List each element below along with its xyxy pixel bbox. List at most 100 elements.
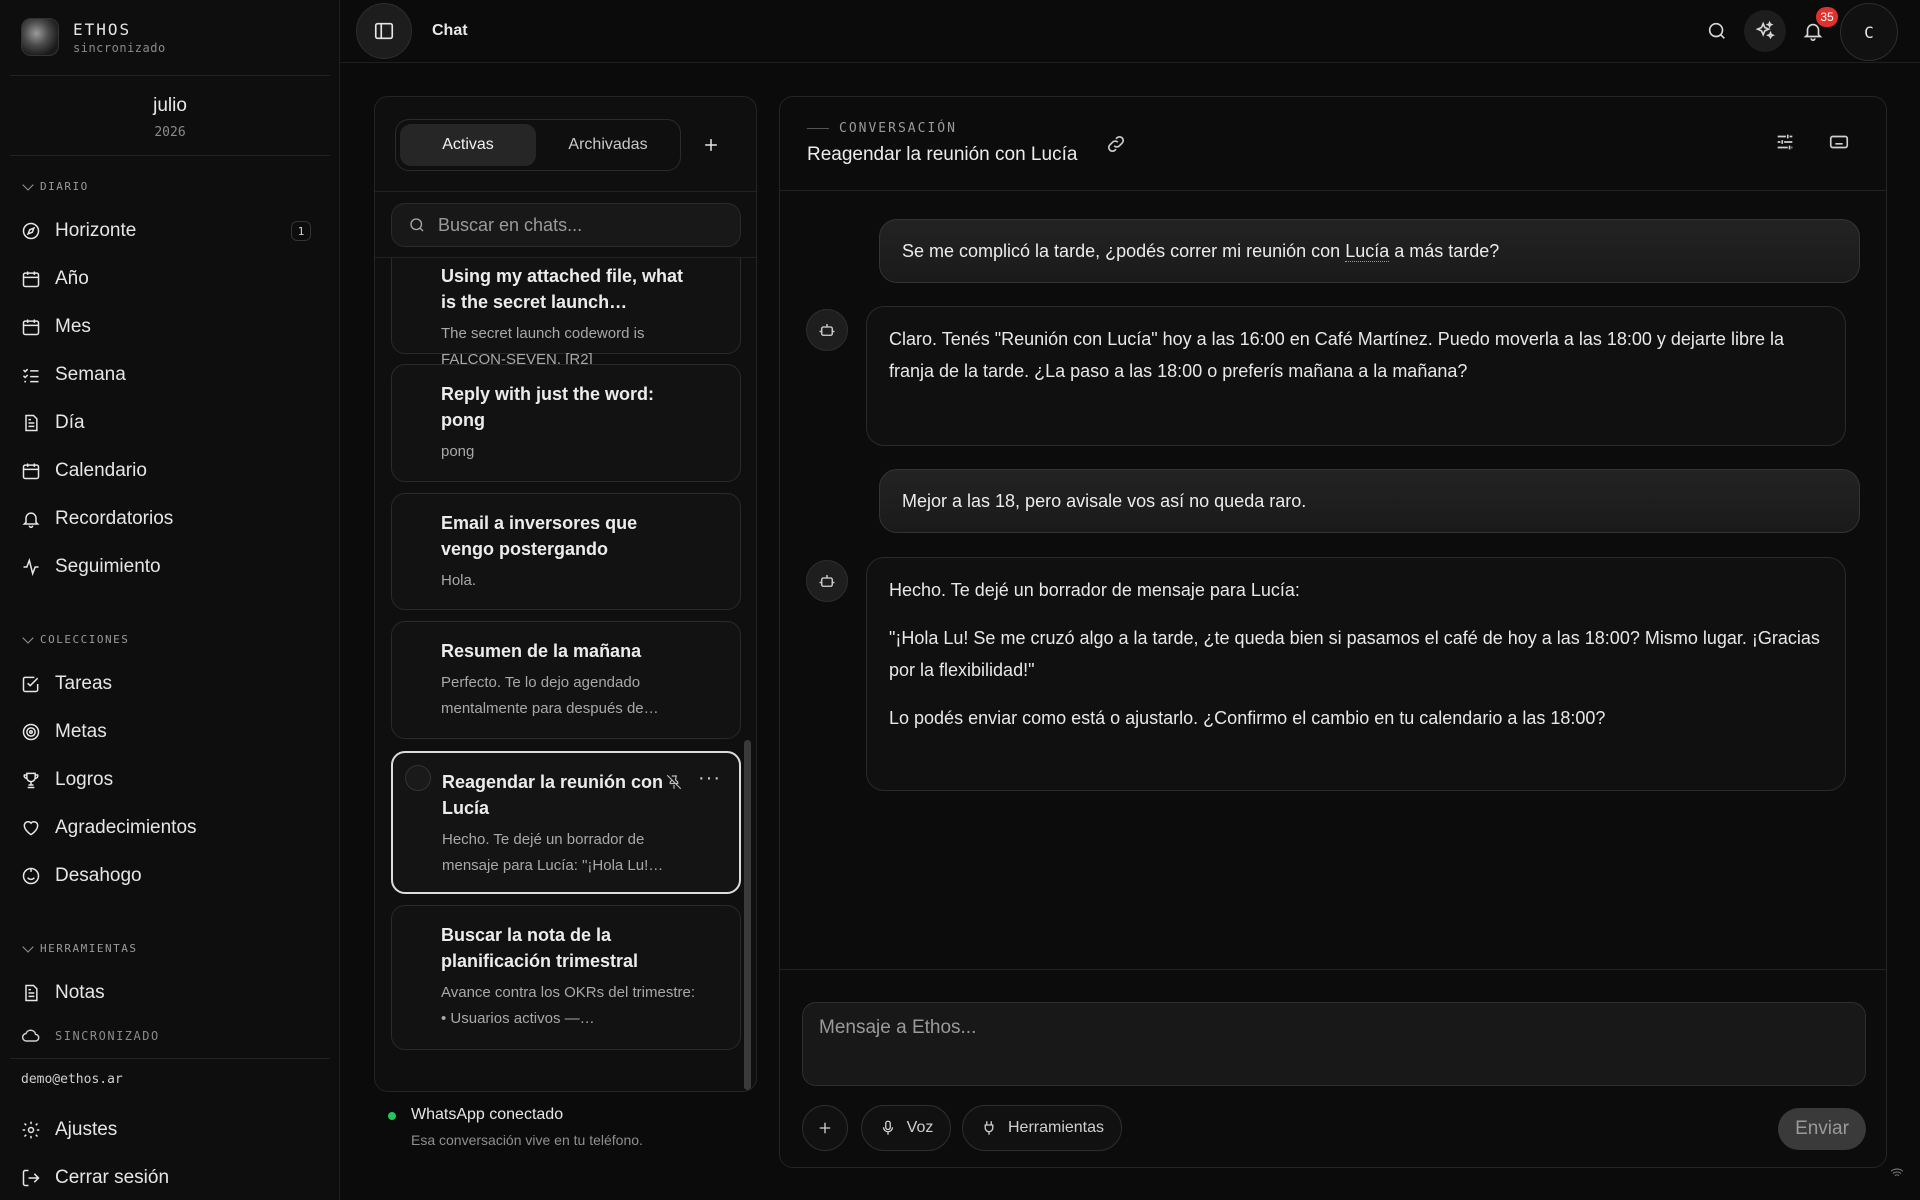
sidebar-item-dia[interactable]: Día [21, 405, 321, 441]
keyboard-shortcuts-button[interactable] [1828, 131, 1850, 158]
section-herramientas[interactable]: HERRAMIENTAS [22, 940, 137, 955]
chat-list-item[interactable]: Email a inversores que vengo postergando… [391, 493, 741, 610]
sidebar-item-horizonte[interactable]: Horizonte 1 [21, 213, 321, 249]
conversation-header: CONVERSACIÓN Reagendar la reunión con Lu… [780, 97, 1886, 191]
kicker-label: CONVERSACIÓN [839, 121, 957, 136]
bot-icon [819, 575, 835, 587]
sidebar-item-calendario[interactable]: Calendario [21, 453, 321, 489]
chat-list-item[interactable]: Resumen de la mañana Perfecto. Te lo dej… [391, 621, 741, 739]
chat-list-item[interactable]: Using my attached file, what is the secr… [391, 258, 741, 368]
divider [375, 191, 756, 192]
topbar: Chat 35 C [340, 0, 1920, 63]
settings-link[interactable]: Ajustes [21, 1112, 321, 1148]
settings-label: Ajustes [55, 1119, 118, 1140]
bell-icon [22, 512, 40, 529]
message-text: Se me complicó la tarde, ¿podés correr m… [902, 240, 1500, 262]
sidebar-item-metas[interactable]: Metas [21, 714, 321, 750]
chevron-down-icon [22, 178, 34, 191]
sidebar-item-label: Logros [55, 769, 114, 790]
notifications-button[interactable]: 35 [1792, 7, 1838, 52]
section-diario[interactable]: DIARIO [22, 178, 89, 193]
assistant-message: Claro. Tenés "Reunión con Lucía" hoy a l… [866, 306, 1846, 446]
sidebar-item-mes[interactable]: Mes [21, 309, 321, 345]
sidebar-item-notas[interactable]: Notas [21, 975, 321, 1011]
more-options-button[interactable]: ··· [698, 767, 721, 790]
chat-list-scrollbar[interactable] [744, 740, 751, 1090]
tab-activas[interactable]: Activas [400, 124, 536, 166]
sidebar-item-desahogo[interactable]: Desahogo [21, 858, 321, 894]
compass-icon [22, 222, 40, 240]
chat-list: Using my attached file, what is the secr… [375, 258, 756, 1091]
sidebar-item-label: Día [55, 412, 85, 433]
sidebar-item-label: Recordatorios [55, 508, 174, 529]
microphone-icon [882, 1120, 893, 1135]
sidebar-item-tareas[interactable]: Tareas [21, 666, 321, 702]
avatar[interactable]: C [1840, 3, 1898, 61]
chat-list-item[interactable]: Reply with just the word: pong pong [391, 364, 741, 482]
voice-button[interactable]: Voz [861, 1105, 951, 1151]
calendar-icon [22, 463, 40, 480]
calendar-grid-icon [22, 319, 40, 336]
sidebar-item-label: Seguimiento [55, 556, 161, 577]
chat-item-preview: pong [441, 443, 475, 460]
chat-tabs: Activas Archivadas [395, 119, 681, 171]
chat-search-input[interactable] [438, 214, 718, 236]
document-icon [25, 414, 38, 432]
sidebar-toggle-button[interactable] [356, 3, 412, 59]
logout-link[interactable]: Cerrar sesión [21, 1160, 321, 1196]
message-text-part: a más tarde? [1389, 240, 1500, 261]
heart-icon [23, 821, 39, 836]
assistant-message: Hecho. Te dejé un borrador de mensaje pa… [866, 557, 1846, 791]
notification-count-badge: 35 [1816, 7, 1838, 27]
sidebar-item-agradecimientos[interactable]: Agradecimientos [21, 810, 321, 846]
sync-status: sincronizado [73, 40, 166, 55]
chevron-down-icon [22, 631, 34, 644]
pin-off-icon [666, 774, 682, 790]
settings-sliders-button[interactable] [1774, 131, 1796, 158]
sidebar-item-recordatorios[interactable]: Recordatorios [21, 501, 321, 537]
page-title: Chat [432, 22, 468, 39]
new-chat-button[interactable] [693, 127, 729, 163]
bot-icon [819, 324, 835, 336]
message-paragraph: Lo podés enviar como está o ajustarlo. ¿… [889, 708, 1606, 728]
search-button[interactable] [1696, 10, 1738, 52]
copy-link-button[interactable] [1105, 133, 1127, 160]
contact-mention[interactable]: Lucía [1345, 240, 1390, 262]
sidebar-item-semana[interactable]: Semana [21, 357, 321, 393]
send-button[interactable]: Enviar [1778, 1108, 1866, 1150]
sidebar-item-seguimiento[interactable]: Seguimiento [21, 549, 321, 585]
sidebar-item-ano[interactable]: Año [21, 261, 321, 297]
unpin-button[interactable] [665, 773, 683, 796]
sidebar-item-label: Metas [55, 721, 107, 742]
month-label: julio [153, 95, 187, 116]
select-checkbox[interactable] [405, 765, 431, 791]
date-display[interactable]: julio 2026 [10, 95, 330, 140]
brand[interactable]: ETHOS sincronizado [21, 18, 166, 56]
sliders-icon [1777, 134, 1793, 150]
section-label: COLECCIONES [40, 633, 130, 646]
chat-item-title: Buscar la nota de la planificación trime… [441, 925, 639, 971]
sync-indicator: SINCRONIZADO [21, 1026, 160, 1046]
keyboard-icon [1829, 135, 1849, 149]
section-colecciones[interactable]: COLECCIONES [22, 631, 130, 646]
chat-item-title: Reagendar la reunión con Lucía [442, 772, 664, 818]
chat-item-preview: Hecho. Te dejé un borrador de mensaje pa… [442, 831, 664, 874]
sidebar-item-label: Desahogo [55, 865, 142, 886]
smile-icon [22, 867, 40, 885]
attach-button[interactable] [802, 1105, 848, 1151]
divider [10, 155, 330, 156]
tools-button[interactable]: Herramientas [962, 1105, 1122, 1151]
sidebar-item-label: Año [55, 268, 89, 289]
sidebar-item-logros[interactable]: Logros [21, 762, 321, 798]
conversation-title: Reagendar la reunión con Lucía [807, 144, 1078, 165]
sidebar-item-label: Notas [55, 982, 105, 1003]
conversation-kicker: CONVERSACIÓN [807, 121, 957, 136]
ai-sparkle-button[interactable] [1744, 10, 1786, 52]
chat-list-item[interactable]: Buscar la nota de la planificación trime… [391, 905, 741, 1050]
wifi-icon [1890, 1166, 1904, 1185]
section-label: DIARIO [40, 180, 89, 193]
tab-archivadas[interactable]: Archivadas [540, 124, 676, 166]
chat-list-panel: Activas Archivadas Using my attached fil… [374, 96, 757, 1092]
message-input[interactable] [803, 1003, 1865, 1085]
chat-list-item-selected[interactable]: Reagendar la reunión con Lucía Hecho. Te… [391, 751, 741, 894]
